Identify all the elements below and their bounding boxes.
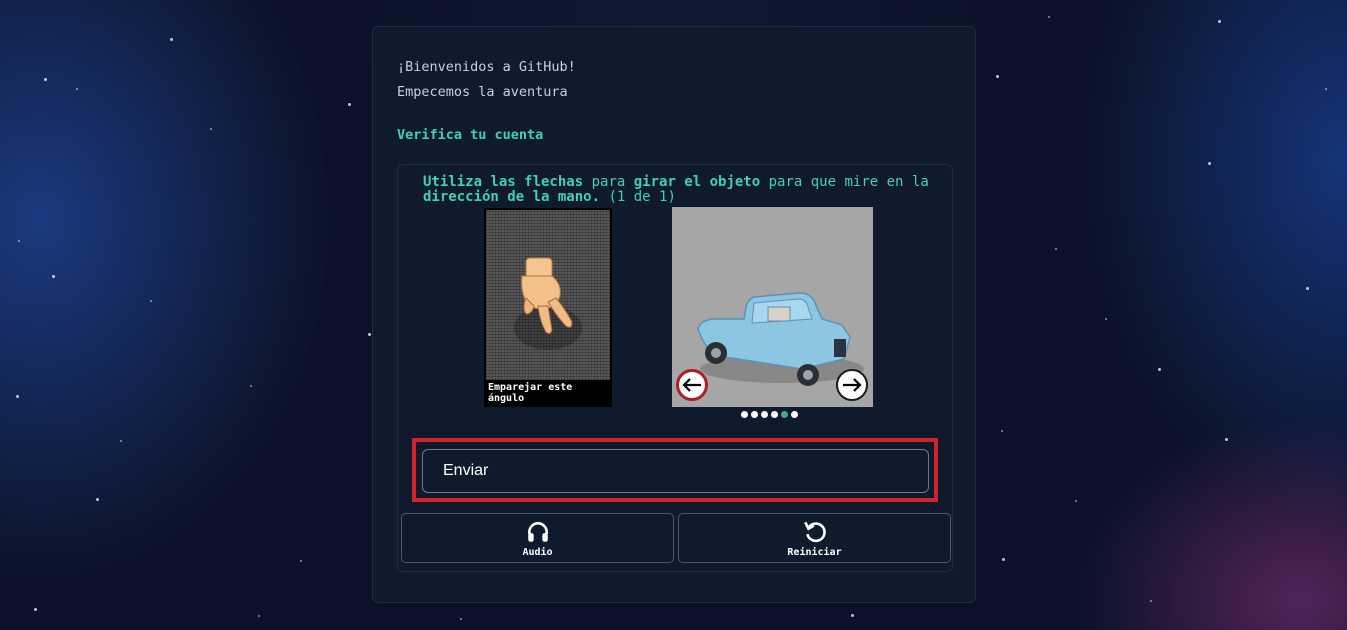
instruction-part: (1 de 1) xyxy=(600,189,676,205)
headphones-icon xyxy=(527,522,548,542)
verify-title: Verifica tu cuenta xyxy=(397,127,544,143)
arrow-left-icon xyxy=(682,378,701,392)
welcome-subheading: Empecemos la aventura xyxy=(397,84,568,100)
restart-label: Reiniciar xyxy=(787,547,842,558)
audio-label: Audio xyxy=(522,547,553,558)
welcome-heading: ¡Bienvenidos a GitHub! xyxy=(397,59,576,75)
rotation-dot xyxy=(761,411,768,418)
rotation-indicator xyxy=(741,411,798,418)
instruction-part: dirección de la mano. xyxy=(423,189,601,205)
instruction-part: para que mire en la xyxy=(760,174,929,190)
verification-card: ¡Bienvenidos a GitHub! Empecemos la aven… xyxy=(372,26,976,603)
rotate-right-button[interactable] xyxy=(836,369,868,401)
restart-icon xyxy=(803,521,826,543)
instruction-part: para xyxy=(583,174,634,190)
rotation-dot xyxy=(741,411,748,418)
rotation-dot xyxy=(771,411,778,418)
rotation-dot xyxy=(751,411,758,418)
rotatable-object-panel xyxy=(672,207,873,407)
arrow-right-icon xyxy=(843,378,862,392)
reference-label: Emparejar este ángulo xyxy=(488,382,573,404)
audio-button[interactable]: Audio xyxy=(401,513,674,563)
rotation-dot xyxy=(791,411,798,418)
instruction-part: girar el objeto xyxy=(633,174,761,190)
restart-button[interactable]: Reiniciar xyxy=(678,513,951,563)
reference-hand-panel: Emparejar este ángulo xyxy=(484,208,612,407)
rotate-left-button[interactable] xyxy=(676,369,708,401)
rotation-dot-active xyxy=(781,411,788,418)
instruction-part: Utiliza las flechas xyxy=(423,174,584,190)
pointing-hand-icon xyxy=(514,257,582,350)
welcome-text: ¡Bienvenidos a GitHub! Empecemos la aven… xyxy=(397,55,576,105)
captcha-puzzle: Utiliza las flechas para girar el objeto… xyxy=(397,164,953,572)
captcha-instructions: Utiliza las flechas para girar el objeto… xyxy=(423,175,933,205)
hand-image xyxy=(486,210,610,380)
submit-button[interactable]: Enviar xyxy=(422,449,929,493)
